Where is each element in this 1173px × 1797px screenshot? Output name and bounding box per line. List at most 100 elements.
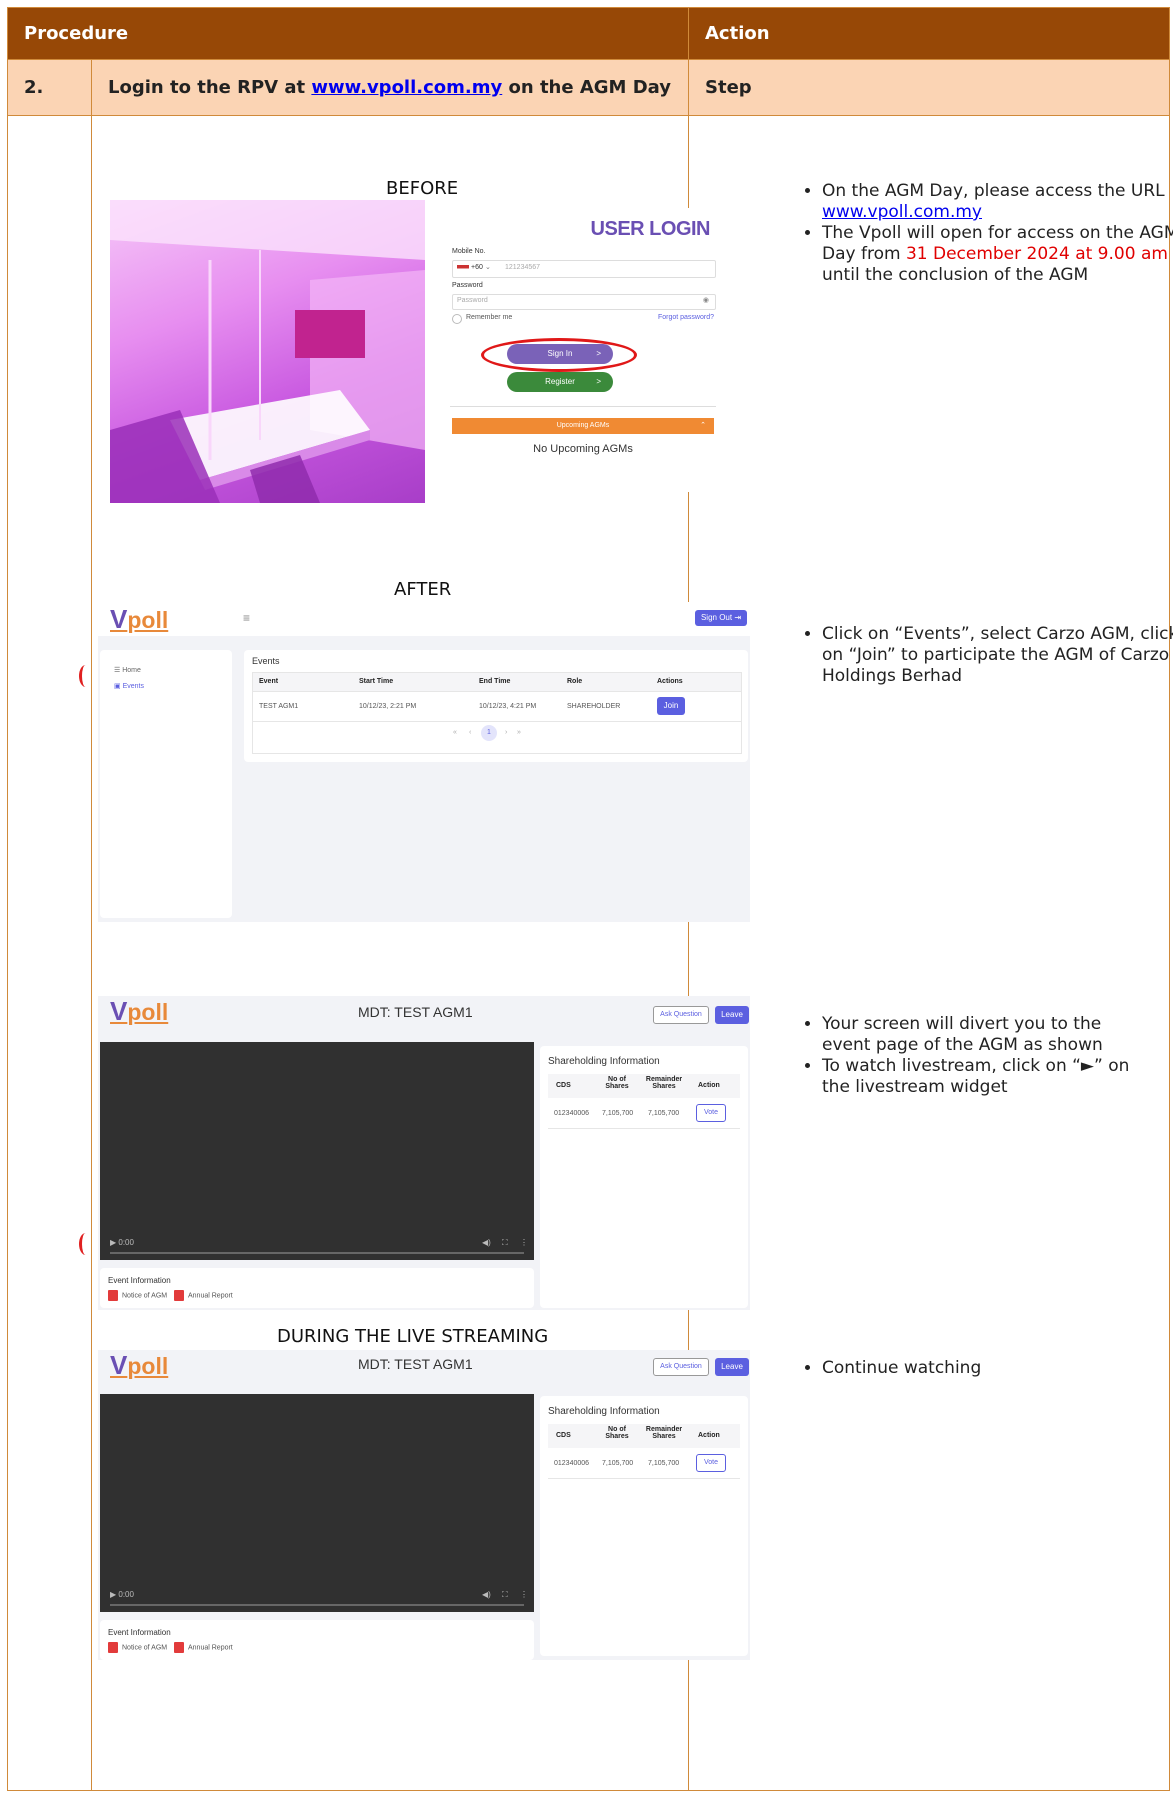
- pagination-next-icon[interactable]: ›: [505, 729, 507, 736]
- vpoll-link[interactable]: www.vpoll.com.my: [311, 77, 502, 98]
- play-icon[interactable]: ▶ 0:00: [110, 1590, 134, 1599]
- ask-question-button[interactable]: Ask Question: [653, 1358, 709, 1376]
- menu-icon[interactable]: ≡: [243, 611, 250, 625]
- step-title-suffix: on the AGM Day: [502, 77, 672, 98]
- vote-button[interactable]: Vote: [696, 1454, 726, 1472]
- leave-button[interactable]: Leave: [715, 1006, 749, 1024]
- leave-button[interactable]: Leave: [715, 1358, 749, 1376]
- column-header: CDS: [556, 1082, 571, 1089]
- vote-button[interactable]: Vote: [696, 1104, 726, 1122]
- column-header: CDS: [556, 1432, 571, 1439]
- table-cell: 10/12/23, 2:21 PM: [359, 703, 417, 710]
- caption-live: DURING THE LIVE STREAMING: [277, 1326, 549, 1347]
- shareholding-title: Shareholding Information: [548, 1056, 660, 1067]
- column-header: Event: [259, 678, 279, 685]
- action-header: Action: [688, 7, 1170, 60]
- action-cell: [688, 115, 1170, 1791]
- chevron-right-icon: >: [596, 377, 601, 386]
- mobile-placeholder: 121234567: [505, 264, 541, 271]
- password-placeholder: Password: [457, 297, 488, 304]
- action-block-4: Continue watching: [780, 1358, 1152, 1379]
- chevron-up-icon: ⌃: [700, 422, 706, 429]
- step-title: Login to the RPV at www.vpoll.com.my on …: [91, 59, 689, 116]
- action-item: To watch livestream, click on “►” on the…: [822, 1056, 1152, 1098]
- table-cell: 7,105,700: [648, 1110, 680, 1117]
- annual-report-link[interactable]: Annual Report: [174, 1642, 233, 1653]
- remember-checkbox[interactable]: [452, 314, 462, 324]
- vpoll-logo: Vpoll: [110, 604, 169, 634]
- caption-after: AFTER: [394, 579, 452, 600]
- more-options-icon[interactable]: ⋮: [520, 1590, 528, 1599]
- row-divider: [548, 1478, 740, 1479]
- register-button[interactable]: Register >: [507, 372, 613, 392]
- vpoll-url-link[interactable]: www.vpoll.com.my: [822, 202, 982, 222]
- eye-icon[interactable]: ◉: [703, 296, 709, 304]
- events-panel: Events Event Start Time End Time Role Ac…: [244, 650, 748, 762]
- fullscreen-icon[interactable]: ⛶: [502, 1590, 508, 1600]
- annual-report-link[interactable]: Annual Report: [174, 1290, 233, 1301]
- table-cell: 012340006: [554, 1110, 590, 1117]
- sidebar-item-home[interactable]: ☰ Home: [114, 666, 141, 674]
- pagination-last-icon[interactable]: »: [517, 729, 521, 736]
- notice-link[interactable]: Notice of AGM: [108, 1290, 167, 1301]
- more-options-icon[interactable]: ⋮: [520, 1238, 528, 1247]
- conference-room-illustration: [110, 200, 425, 503]
- sign-out-button[interactable]: Sign Out ⇥: [695, 610, 747, 626]
- upcoming-agms-header[interactable]: Upcoming AGMs ⌃: [452, 418, 714, 434]
- fullscreen-icon[interactable]: ⛶: [502, 1238, 508, 1248]
- pdf-icon: [174, 1642, 184, 1653]
- livestream-player[interactable]: ▶ 0:00 ◀) ⛶ ⋮: [100, 1394, 534, 1612]
- forgot-password-link[interactable]: Forgot password?: [658, 314, 714, 321]
- table-cell: SHAREHOLDER: [567, 703, 621, 710]
- livestream-player[interactable]: ▶ 0:00 ◀) ⛶ ⋮: [100, 1042, 534, 1260]
- events-table: Event Start Time End Time Role Actions T…: [252, 672, 742, 754]
- action-item: Click on “Events”, select Carzo AGM, cli…: [822, 624, 1173, 687]
- play-icon[interactable]: ▶ 0:00: [110, 1238, 134, 1247]
- login-title: USER LOGIN: [590, 218, 711, 240]
- no-upcoming-text: No Upcoming AGMs: [533, 443, 633, 455]
- event-page-screenshot: Vpoll MDT: TEST AGM1 Ask Question Leave …: [98, 996, 750, 1310]
- flag-icon: [457, 265, 469, 272]
- number-cell: [7, 115, 92, 1791]
- table-cell: 012340006: [554, 1460, 590, 1467]
- event-info-panel: Event Information Notice of AGM Annual R…: [100, 1620, 534, 1660]
- row-divider: [253, 721, 741, 722]
- pagination-prev-icon[interactable]: ‹: [469, 729, 471, 736]
- event-info-panel: Event Information Notice of AGM Annual R…: [100, 1268, 534, 1308]
- column-header: End Time: [479, 678, 511, 685]
- events-screenshot: Vpoll ≡ Sign Out ⇥ ☰ Home ▣ Events Event…: [98, 602, 750, 922]
- table-cell: 7,105,700: [648, 1460, 680, 1467]
- column-header: No of Shares: [605, 1426, 629, 1440]
- pdf-icon: [108, 1290, 118, 1301]
- chevron-down-icon: ⌄: [485, 264, 491, 271]
- mobile-field[interactable]: +60 ⌄ 121234567: [452, 260, 716, 278]
- progress-bar[interactable]: [110, 1252, 524, 1254]
- pdf-icon: [108, 1642, 118, 1653]
- notice-link[interactable]: Notice of AGM: [108, 1642, 167, 1653]
- event-info-title: Event Information: [108, 1276, 171, 1285]
- vpoll-logo: Vpoll: [110, 1350, 169, 1380]
- password-field[interactable]: Password ◉: [452, 294, 716, 310]
- action-item: Continue watching: [822, 1358, 1152, 1379]
- pagination-page[interactable]: 1: [481, 725, 497, 741]
- row-divider: [548, 1128, 740, 1129]
- action-block-2: Click on “Events”, select Carzo AGM, cli…: [780, 624, 1173, 687]
- red-indicator: [79, 665, 92, 687]
- action-item: On the AGM Day, please access the URL ww…: [822, 181, 1173, 223]
- action-block-1: On the AGM Day, please access the URL ww…: [780, 181, 1173, 286]
- highlight-circle: [481, 338, 637, 372]
- sidebar-item-events[interactable]: ▣ Events: [114, 682, 144, 690]
- pagination-first-icon[interactable]: «: [453, 729, 457, 736]
- date-highlight: 31 December 2024 at 9.00 am: [905, 244, 1168, 264]
- caption-before: BEFORE: [386, 178, 459, 199]
- sidebar: ☰ Home ▣ Events: [100, 650, 232, 918]
- table-cell: 10/12/23, 4:21 PM: [479, 703, 537, 710]
- event-title: MDT: TEST AGM1: [358, 1356, 473, 1372]
- volume-icon[interactable]: ◀): [482, 1238, 491, 1247]
- volume-icon[interactable]: ◀): [482, 1590, 491, 1599]
- progress-bar[interactable]: [110, 1604, 524, 1606]
- column-header: Start Time: [359, 678, 394, 685]
- ask-question-button[interactable]: Ask Question: [653, 1006, 709, 1024]
- join-button[interactable]: Join: [657, 697, 685, 715]
- column-header: Action: [698, 1432, 720, 1439]
